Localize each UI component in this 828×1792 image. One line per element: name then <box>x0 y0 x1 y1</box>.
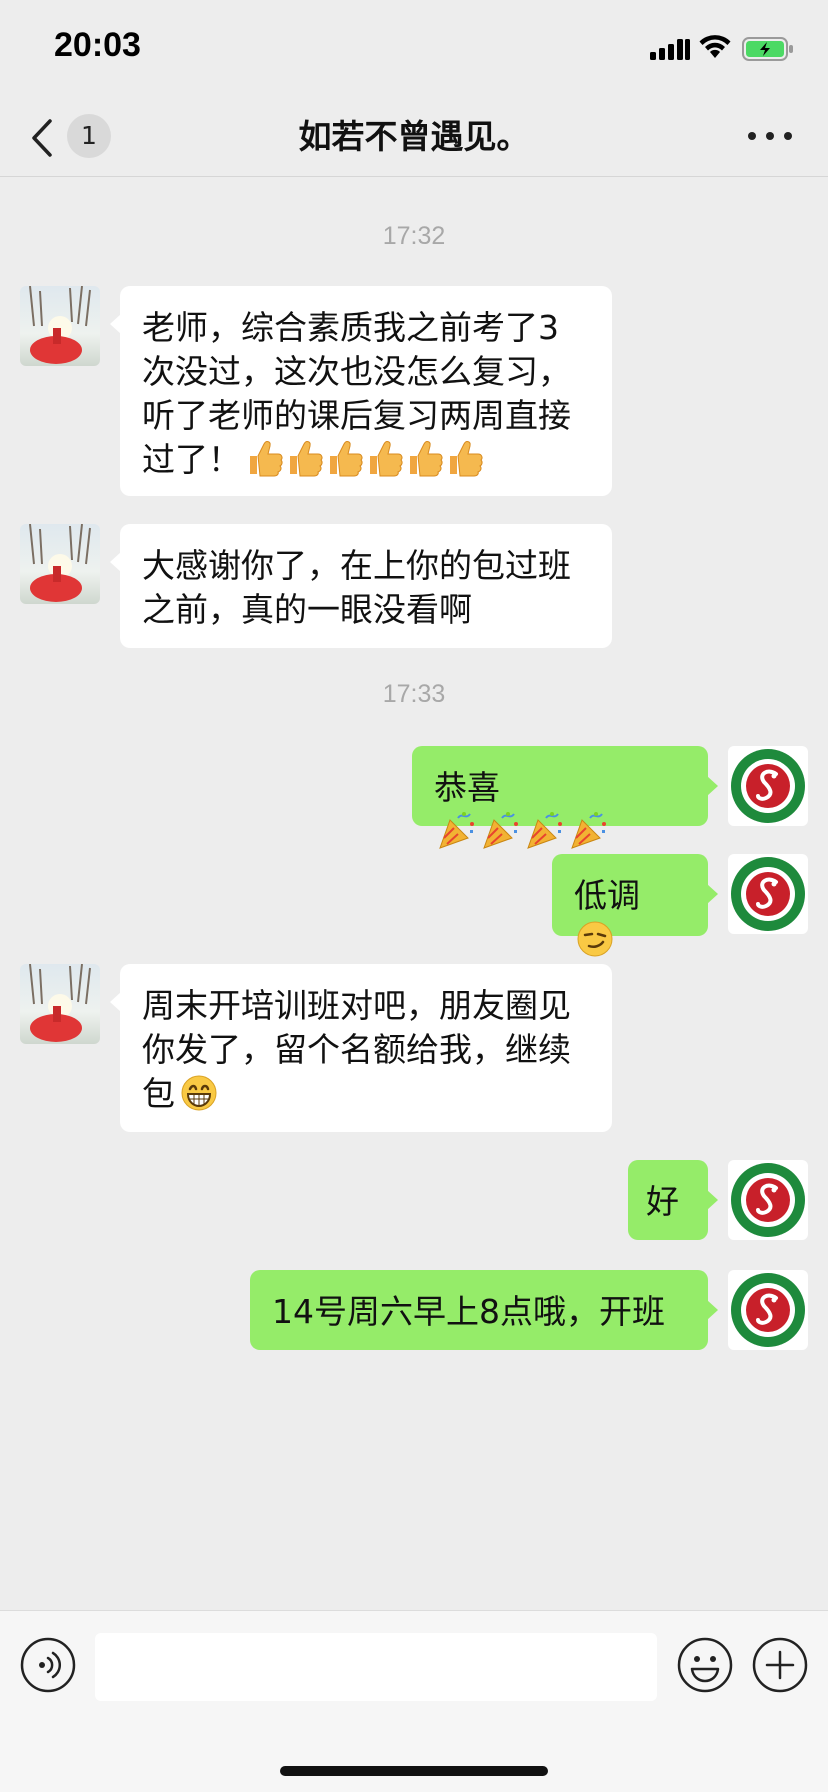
message-text: 恭喜 <box>434 768 500 807</box>
school-logo-icon <box>731 857 805 931</box>
incoming-message-bubble[interactable]: 大感谢你了，在上你的包过班之前，真的一眼没看啊 <box>110 524 612 648</box>
party-popper-icon <box>439 811 607 849</box>
outgoing-message-bubble[interactable]: 好 <box>628 1160 718 1240</box>
message-text: 低调 <box>574 876 640 915</box>
message-timestamp: 17:32 <box>382 222 446 250</box>
contact-avatar[interactable] <box>20 964 100 1044</box>
contact-avatar-image <box>20 964 100 1044</box>
school-logo-icon <box>731 1273 805 1347</box>
message-input[interactable] <box>95 1633 657 1701</box>
battery-charging-icon <box>742 37 793 61</box>
chat-header: 1 如若不曾遇见。 <box>0 96 828 177</box>
contact-avatar[interactable] <box>20 524 100 604</box>
contact-avatar-image <box>20 524 100 604</box>
grin-face-icon <box>181 1075 217 1111</box>
my-avatar[interactable] <box>728 854 808 934</box>
home-indicator <box>280 1766 548 1776</box>
my-avatar[interactable] <box>728 1270 808 1350</box>
my-avatar[interactable] <box>728 746 808 826</box>
message-text: 好 <box>646 1182 679 1221</box>
emoji-picker-icon[interactable] <box>677 1637 733 1693</box>
cellular-signal-icon <box>650 39 690 60</box>
message-text: 14号周六早上8点哦，开班 <box>272 1292 665 1331</box>
outgoing-message-bubble[interactable]: 恭喜 <box>412 746 718 849</box>
contact-avatar-image <box>20 286 100 366</box>
more-options-icon[interactable] <box>740 114 800 158</box>
status-bar: 20:03 <box>0 0 828 96</box>
unread-badge: 1 <box>67 114 111 158</box>
school-logo-icon <box>731 749 805 823</box>
more-functions-icon[interactable] <box>752 1637 808 1693</box>
back-button[interactable]: 1 <box>24 112 124 162</box>
chat-screen: 20:03 1 如若不曾遇见。 17:32 老师，综合素质我之前考了3次没过，这… <box>0 0 828 1792</box>
message-input-bar <box>0 1610 828 1792</box>
voice-input-icon[interactable] <box>20 1637 76 1693</box>
incoming-message-bubble[interactable]: 周末开培训班对吧，朋友圈见你发了，留个名额给我，继续包 <box>110 964 612 1132</box>
message-timestamp: 17:33 <box>382 680 446 708</box>
outgoing-message-bubble[interactable]: 14号周六早上8点哦，开班 <box>250 1270 718 1350</box>
chat-title: 如若不曾遇见。 <box>298 117 530 156</box>
wifi-icon <box>699 35 731 58</box>
thumbs-up-icon <box>250 441 483 477</box>
my-avatar[interactable] <box>728 1160 808 1240</box>
incoming-message-bubble[interactable]: 老师，综合素质我之前考了3次没过，这次也没怎么复习，听了老师的课后复习两周直接过… <box>110 286 612 496</box>
thumbs-up-emoji-row <box>246 438 486 489</box>
message-text: 大感谢你了，在上你的包过班之前，真的一眼没看啊 <box>142 546 571 629</box>
status-time: 20:03 <box>54 26 141 64</box>
smirk-face-icon <box>577 921 613 957</box>
outgoing-message-bubble[interactable]: 低调 <box>552 854 718 957</box>
school-logo-icon <box>731 1163 805 1237</box>
contact-avatar[interactable] <box>20 286 100 366</box>
chevron-left-icon <box>32 119 52 157</box>
